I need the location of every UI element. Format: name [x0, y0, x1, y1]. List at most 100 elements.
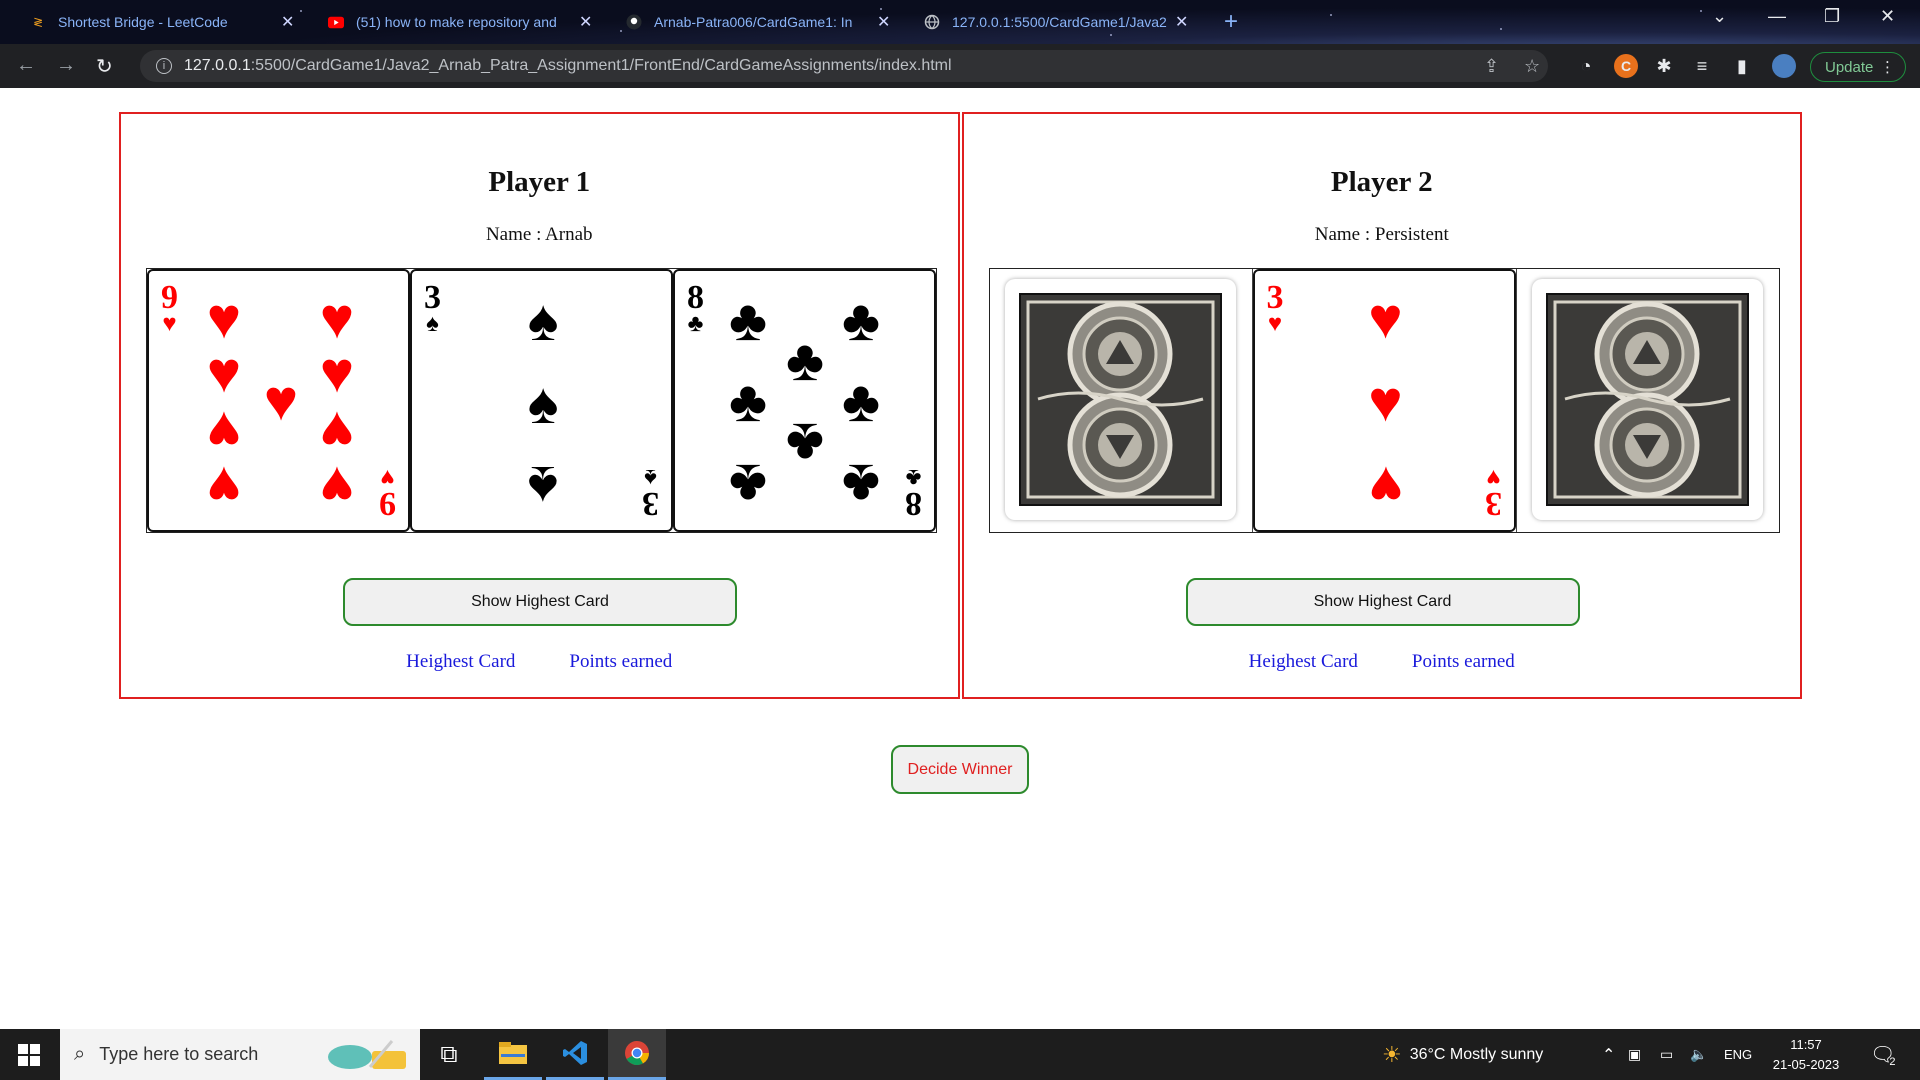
points-earned-label: Points earned — [1411, 651, 1515, 672]
meet-now-icon[interactable]: ▣ — [1628, 1029, 1641, 1080]
player-title: Player 2 — [1330, 166, 1433, 198]
heart-pip-icon: ♥ — [1368, 454, 1403, 519]
profile-avatar[interactable] — [1772, 54, 1796, 78]
card-corner: 3 ♠ — [642, 464, 659, 522]
update-button[interactable]: Update ⋮ — [1810, 52, 1906, 82]
card-corner: 8 ♣ — [687, 279, 704, 337]
bookmark-star-icon[interactable]: ☆ — [1524, 56, 1540, 77]
browser-toolbar: ← → ↻ i 127.0.0.1 :5500/CardGame1/Java2_… — [0, 44, 1920, 88]
club-pip-icon: ♣ — [728, 288, 768, 353]
clock[interactable]: 11:57 21-05-2023 — [1764, 1035, 1848, 1075]
menu-dots-icon[interactable]: ⋮ — [1880, 58, 1895, 76]
weather-text: 36°C Mostly sunny — [1409, 1045, 1544, 1063]
heart-pip-icon: ♥ — [1368, 286, 1403, 351]
info-icon[interactable]: i — [156, 58, 172, 74]
back-icon[interactable]: ← — [16, 54, 36, 77]
windows-taskbar: ⌕ Type here to search ⧉ ☀ 36°C Mostly su… — [0, 1029, 1920, 1080]
tab-localhost[interactable]: 127.0.0.1:5500/CardGame1/Java2 ✕ — [914, 6, 1198, 38]
chrome-icon[interactable] — [608, 1029, 666, 1080]
tab-title: 127.0.0.1:5500/CardGame1/Java2 — [952, 14, 1167, 30]
points-earned-label: Points earned — [569, 651, 673, 672]
players-container: Player 1 Name : Arnab 9 ♥ 9 ♥ ♥ ♥ ♥ ♥ ♥ ♥ … — [119, 112, 1802, 699]
tab-youtube[interactable]: (51) how to make repository and ✕ — [318, 6, 602, 38]
player-1-cards: 9♥ 9♥ ♥ ♥ ♥ ♥ ♥ ♥ ♥ ♥ ♥ 3♠ 3♠ ♠ ♠ ♠ — [146, 268, 937, 533]
tab-leetcode[interactable]: ≷ Shortest Bridge - LeetCode ✕ — [20, 6, 304, 38]
heart-pip-icon: ♥ — [319, 399, 355, 464]
url-path: :5500/CardGame1/Java2_Arnab_Patra_Assign… — [250, 57, 952, 74]
close-icon[interactable]: ✕ — [1175, 12, 1188, 32]
card-corner: 3 ♥ — [1266, 279, 1284, 337]
heart-pip-icon: ♥ — [263, 368, 299, 433]
notification-count: 2 — [1889, 1055, 1896, 1068]
forward-icon[interactable]: → — [56, 54, 76, 77]
vscode-icon[interactable] — [546, 1029, 604, 1080]
card-back-art — [1004, 279, 1236, 520]
side-panel-icon[interactable]: ▮ — [1730, 54, 1754, 78]
card-back-pattern-icon — [1018, 293, 1222, 506]
address-bar[interactable]: i 127.0.0.1 :5500/CardGame1/Java2_Arnab_… — [140, 50, 1548, 82]
youtube-icon — [328, 14, 344, 30]
highest-card-label: Heighest Card — [406, 651, 516, 672]
card-back-pattern-icon — [1545, 293, 1749, 506]
card-corner: 8 ♣ — [905, 464, 922, 522]
search-highlight-icon — [320, 1037, 410, 1078]
show-highest-card-button[interactable]: Show Highest Card — [1185, 578, 1580, 626]
card-corner: 3 ♥ — [1484, 464, 1502, 522]
highest-card-label: Heighest Card — [1248, 651, 1358, 672]
club-pip-icon: ♣ — [841, 452, 881, 517]
close-icon[interactable]: ✕ — [281, 12, 294, 32]
decide-winner-button[interactable]: Decide Winner — [891, 745, 1029, 794]
card-back-art — [1531, 279, 1763, 520]
share-icon[interactable]: ⇪ — [1484, 56, 1499, 77]
result-row: Heighest Card Points earned — [121, 651, 958, 673]
weather-widget[interactable]: ☀ 36°C Mostly sunny — [1382, 1029, 1543, 1080]
heart-pip-icon: ♥ — [206, 340, 242, 405]
extension-c-icon[interactable]: C — [1614, 54, 1638, 78]
player-2-cards: 3 ♥ 3 ♥ ♥ ♥ ♥ — [988, 268, 1780, 533]
battery-icon[interactable]: ▭ — [1660, 1029, 1673, 1080]
language-indicator[interactable]: ENG — [1724, 1029, 1752, 1080]
new-tab-icon[interactable]: + — [1224, 8, 1238, 36]
extensions-puzzle-icon[interactable]: ✱ — [1652, 54, 1676, 78]
weather-sun-icon: ☀ — [1382, 1041, 1402, 1067]
close-icon[interactable]: ✕ — [579, 12, 592, 32]
windows-start-icon[interactable] — [18, 1044, 40, 1071]
search-icon: ⌕ — [74, 1043, 86, 1065]
heart-pip-icon: ♥ — [206, 454, 242, 519]
spade-pip-icon: ♠ — [527, 454, 559, 519]
show-hidden-icons-icon[interactable]: ⌃ — [1602, 1029, 1615, 1080]
close-window-icon[interactable]: ✕ — [1880, 6, 1895, 27]
file-explorer-icon[interactable] — [484, 1029, 542, 1080]
volume-icon[interactable]: 🔈 — [1690, 1029, 1707, 1080]
notification-center-icon[interactable]: 🗨 2 — [1870, 1029, 1896, 1080]
minimize-icon[interactable]: — — [1768, 6, 1786, 27]
heart-pip-icon: ♥ — [319, 340, 355, 405]
card-eight-of-clubs: 8 ♣ 8 ♣ ♣ ♣ ♣ ♣ ♣ ♣ ♣ ♣ — [673, 269, 936, 532]
clock-time: 11:57 — [1790, 1037, 1822, 1052]
taskbar-search-box[interactable]: ⌕ Type here to search — [60, 1029, 420, 1080]
club-pip-icon: ♣ — [841, 288, 881, 353]
leetcode-icon: ≷ — [32, 15, 44, 29]
club-pip-icon: ♣ — [785, 328, 825, 393]
search-placeholder: Type here to search — [99, 1044, 259, 1064]
spade-pip-icon: ♠ — [527, 288, 559, 353]
tab-search-icon[interactable]: ⌄ — [1712, 6, 1727, 27]
tab-title: Shortest Bridge - LeetCode — [58, 14, 228, 30]
heart-pip-icon: ♥ — [206, 399, 242, 464]
globe-icon — [924, 14, 940, 30]
restore-icon[interactable]: ❐ — [1824, 6, 1840, 27]
browser-tab-bar: ≷ Shortest Bridge - LeetCode ✕ (51) how … — [0, 0, 1920, 44]
player-title: Player 1 — [488, 166, 591, 198]
close-icon[interactable]: ✕ — [877, 12, 890, 32]
heart-pip-icon: ♥ — [1368, 369, 1403, 434]
reload-icon[interactable]: ↻ — [96, 54, 113, 79]
club-pip-icon: ♣ — [728, 452, 768, 517]
club-pip-icon: ♣ — [785, 411, 825, 476]
tab-github[interactable]: Arnab-Patra006/CardGame1: In ✕ — [616, 6, 900, 38]
extension-monitor-icon[interactable]: ◔ — [1574, 54, 1598, 78]
task-view-icon[interactable]: ⧉ — [420, 1029, 478, 1080]
media-queue-icon[interactable]: ≡ — [1690, 54, 1714, 78]
url-host: 127.0.0.1 — [184, 57, 251, 74]
show-highest-card-button[interactable]: Show Highest Card — [343, 578, 737, 626]
card-corner: 9 ♥ — [161, 279, 178, 337]
